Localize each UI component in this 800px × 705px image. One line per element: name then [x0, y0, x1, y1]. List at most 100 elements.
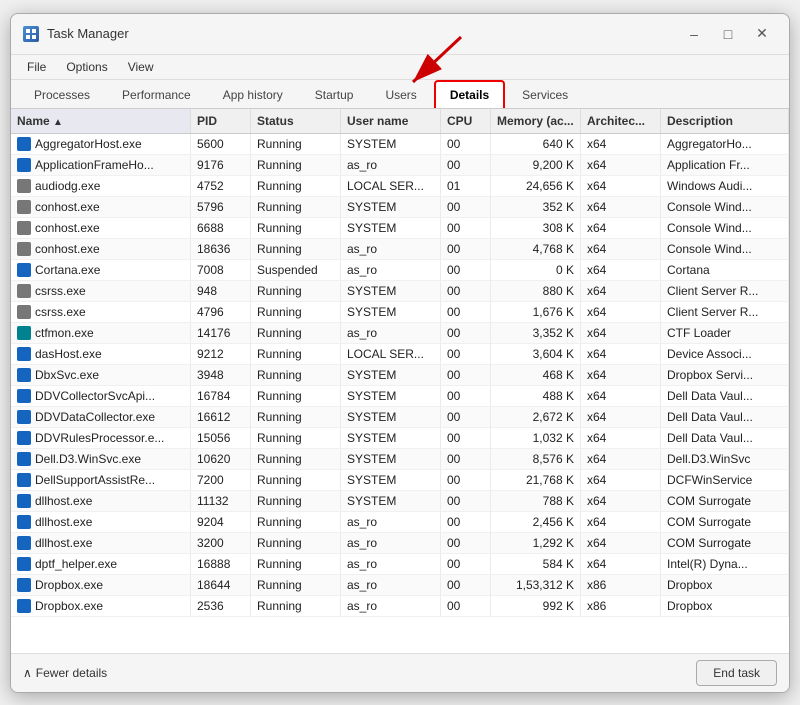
cell-status: Running: [251, 386, 341, 406]
cell-username: SYSTEM: [341, 428, 441, 448]
cell-username: SYSTEM: [341, 491, 441, 511]
cell-desc: COM Surrogate: [661, 533, 789, 553]
cell-name: DDVDataCollector.exe: [11, 407, 191, 427]
cell-name: dasHost.exe: [11, 344, 191, 364]
table-row[interactable]: audiodg.exe 4752 Running LOCAL SER... 01…: [11, 176, 789, 197]
cell-cpu: 00: [441, 197, 491, 217]
col-pid[interactable]: PID: [191, 109, 251, 133]
table-row[interactable]: DbxSvc.exe 3948 Running SYSTEM 00 468 K …: [11, 365, 789, 386]
cell-cpu: 00: [441, 302, 491, 322]
col-memory[interactable]: Memory (ac...: [491, 109, 581, 133]
cell-arch: x64: [581, 491, 661, 511]
table-row[interactable]: DDVRulesProcessor.e... 15056 Running SYS…: [11, 428, 789, 449]
table-row[interactable]: csrss.exe 4796 Running SYSTEM 00 1,676 K…: [11, 302, 789, 323]
col-status[interactable]: Status: [251, 109, 341, 133]
cell-desc: Dell.D3.WinSvc: [661, 449, 789, 469]
cell-desc: Console Wind...: [661, 197, 789, 217]
table-row[interactable]: AggregatorHost.exe 5600 Running SYSTEM 0…: [11, 134, 789, 155]
cell-name: Dropbox.exe: [11, 575, 191, 595]
menu-file[interactable]: File: [19, 57, 54, 77]
table-row[interactable]: ctfmon.exe 14176 Running as_ro 00 3,352 …: [11, 323, 789, 344]
cell-desc: Client Server R...: [661, 281, 789, 301]
task-manager-window: Task Manager – □ ✕ File Options View Pro…: [10, 13, 790, 693]
cell-pid: 14176: [191, 323, 251, 343]
cell-username: as_ro: [341, 596, 441, 616]
table-row[interactable]: dasHost.exe 9212 Running LOCAL SER... 00…: [11, 344, 789, 365]
process-icon: [17, 347, 31, 361]
cell-name: AggregatorHost.exe: [11, 134, 191, 154]
cell-pid: 9204: [191, 512, 251, 532]
cell-username: SYSTEM: [341, 134, 441, 154]
tab-users[interactable]: Users: [370, 81, 431, 108]
process-icon: [17, 368, 31, 382]
table-row[interactable]: dptf_helper.exe 16888 Running as_ro 00 5…: [11, 554, 789, 575]
table-row[interactable]: Dell.D3.WinSvc.exe 10620 Running SYSTEM …: [11, 449, 789, 470]
cell-username: as_ro: [341, 533, 441, 553]
cell-desc: Windows Audi...: [661, 176, 789, 196]
cell-arch: x64: [581, 344, 661, 364]
table-row[interactable]: ApplicationFrameHo... 9176 Running as_ro…: [11, 155, 789, 176]
col-desc[interactable]: Description: [661, 109, 789, 133]
tab-processes[interactable]: Processes: [19, 81, 105, 108]
fewer-details-button[interactable]: ∧ Fewer details: [23, 666, 107, 680]
table-row[interactable]: dllhost.exe 9204 Running as_ro 00 2,456 …: [11, 512, 789, 533]
tab-performance[interactable]: Performance: [107, 81, 206, 108]
col-cpu[interactable]: CPU: [441, 109, 491, 133]
close-button[interactable]: ✕: [747, 22, 777, 46]
menu-options[interactable]: Options: [58, 57, 115, 77]
cell-status: Running: [251, 554, 341, 574]
cell-cpu: 00: [441, 281, 491, 301]
cell-username: as_ro: [341, 239, 441, 259]
cell-memory: 1,032 K: [491, 428, 581, 448]
table-row[interactable]: conhost.exe 6688 Running SYSTEM 00 308 K…: [11, 218, 789, 239]
table-row[interactable]: Dropbox.exe 18644 Running as_ro 00 1,53,…: [11, 575, 789, 596]
cell-memory: 788 K: [491, 491, 581, 511]
tab-app-history[interactable]: App history: [208, 81, 298, 108]
cell-memory: 1,292 K: [491, 533, 581, 553]
table-row[interactable]: csrss.exe 948 Running SYSTEM 00 880 K x6…: [11, 281, 789, 302]
cell-status: Running: [251, 134, 341, 154]
cell-pid: 6688: [191, 218, 251, 238]
cell-pid: 16612: [191, 407, 251, 427]
cell-memory: 2,456 K: [491, 512, 581, 532]
cell-status: Running: [251, 155, 341, 175]
cell-arch: x64: [581, 323, 661, 343]
col-username[interactable]: User name: [341, 109, 441, 133]
cell-cpu: 00: [441, 491, 491, 511]
table-row[interactable]: dllhost.exe 11132 Running SYSTEM 00 788 …: [11, 491, 789, 512]
minimize-button[interactable]: –: [679, 22, 709, 46]
cell-pid: 2536: [191, 596, 251, 616]
table-row[interactable]: Cortana.exe 7008 Suspended as_ro 00 0 K …: [11, 260, 789, 281]
cell-name: conhost.exe: [11, 197, 191, 217]
cell-pid: 16888: [191, 554, 251, 574]
cell-pid: 15056: [191, 428, 251, 448]
cell-username: SYSTEM: [341, 197, 441, 217]
col-name[interactable]: Name ▲: [11, 109, 191, 133]
cell-name: dptf_helper.exe: [11, 554, 191, 574]
cell-status: Running: [251, 281, 341, 301]
process-icon: [17, 410, 31, 424]
table-row[interactable]: dllhost.exe 3200 Running as_ro 00 1,292 …: [11, 533, 789, 554]
tab-details[interactable]: Details: [434, 80, 505, 108]
cell-arch: x64: [581, 134, 661, 154]
maximize-button[interactable]: □: [713, 22, 743, 46]
table-row[interactable]: conhost.exe 5796 Running SYSTEM 00 352 K…: [11, 197, 789, 218]
table-row[interactable]: Dropbox.exe 2536 Running as_ro 00 992 K …: [11, 596, 789, 617]
table-row[interactable]: conhost.exe 18636 Running as_ro 00 4,768…: [11, 239, 789, 260]
table-row[interactable]: DDVDataCollector.exe 16612 Running SYSTE…: [11, 407, 789, 428]
cell-arch: x64: [581, 449, 661, 469]
end-task-button[interactable]: End task: [696, 660, 777, 686]
col-arch[interactable]: Architec...: [581, 109, 661, 133]
menu-view[interactable]: View: [120, 57, 162, 77]
cell-cpu: 00: [441, 260, 491, 280]
tab-services[interactable]: Services: [507, 81, 583, 108]
table-row[interactable]: DDVCollectorSvcApi... 16784 Running SYST…: [11, 386, 789, 407]
process-icon: [17, 179, 31, 193]
cell-arch: x64: [581, 470, 661, 490]
cell-username: SYSTEM: [341, 470, 441, 490]
cell-cpu: 00: [441, 155, 491, 175]
table-row[interactable]: DellSupportAssistRe... 7200 Running SYST…: [11, 470, 789, 491]
table-body: AggregatorHost.exe 5600 Running SYSTEM 0…: [11, 134, 789, 653]
tab-startup[interactable]: Startup: [300, 81, 369, 108]
cell-status: Running: [251, 239, 341, 259]
